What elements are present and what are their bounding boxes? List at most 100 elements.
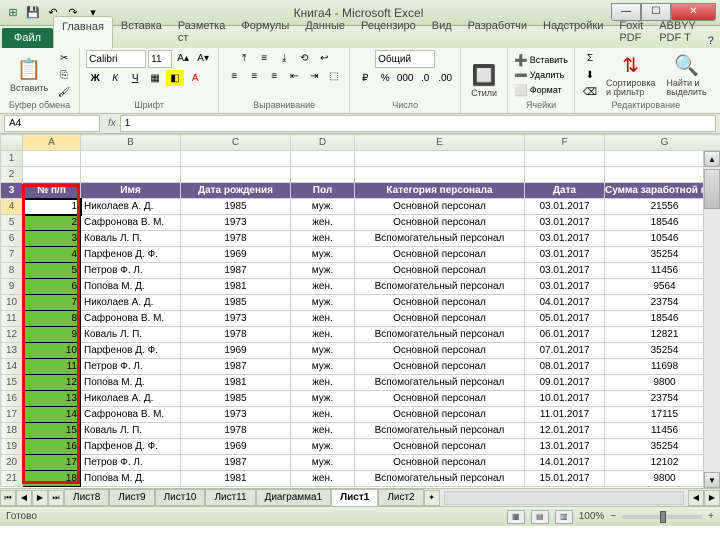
cell[interactable] [181,167,291,183]
cell[interactable]: Коваль Л. П. [81,327,181,343]
zoom-slider-thumb[interactable] [660,511,666,523]
cell[interactable] [355,151,525,167]
row-header[interactable]: 10 [1,295,23,311]
cell[interactable] [81,151,181,167]
cell[interactable]: 1987 [181,455,291,471]
row-header[interactable]: 15 [1,375,23,391]
cell[interactable]: 06.01.2017 [525,327,605,343]
cell[interactable] [81,167,181,183]
cell[interactable]: 1973 [181,311,291,327]
fill-button[interactable]: ⬇ [581,67,599,83]
cell[interactable]: Попова М. Д. [81,471,181,487]
cell[interactable]: муж. [291,295,355,311]
tab-формулы[interactable]: Формулы [233,16,297,48]
cell[interactable]: 8 [23,311,81,327]
merge-button[interactable]: ⬚ [325,68,343,84]
cell[interactable]: 16 [23,439,81,455]
save-button[interactable]: 💾 [24,4,42,22]
sheet-tab-Лист2[interactable]: Лист2 [378,489,423,506]
row-header[interactable]: 5 [1,215,23,231]
file-tab[interactable]: Файл [2,28,53,48]
cell[interactable]: Основной персонал [355,215,525,231]
hscroll-right-button[interactable]: ▶ [704,490,720,506]
cell[interactable]: муж. [291,391,355,407]
cell[interactable]: 9 [23,327,81,343]
decrease-decimal-button[interactable]: .00 [436,70,454,86]
tab-foxit pdf[interactable]: Foxit PDF [611,16,651,48]
excel-icon[interactable]: ⊞ [4,4,22,22]
row-header[interactable]: 2 [1,167,23,183]
currency-button[interactable]: ₽ [356,70,374,86]
cell[interactable]: 6 [23,279,81,295]
cell[interactable]: Основной персонал [355,311,525,327]
table-header-cell[interactable]: № п/п [23,183,81,199]
increase-decimal-button[interactable]: .0 [416,70,434,86]
page-break-view-button[interactable]: ▥ [555,510,573,524]
cell[interactable]: 7 [23,295,81,311]
percent-button[interactable]: % [376,70,394,86]
cell[interactable]: 10.01.2017 [525,391,605,407]
find-select-button[interactable]: 🔍 Найти и выделить [662,52,710,99]
cell[interactable]: Петров Ф. Л. [81,359,181,375]
cell[interactable]: муж. [291,247,355,263]
name-box[interactable]: A4 [4,115,100,132]
row-header[interactable]: 3 [1,183,23,199]
table-header-cell[interactable]: Категория персонала [355,183,525,199]
row-header[interactable]: 6 [1,231,23,247]
hscroll-left-button[interactable]: ◀ [688,490,704,506]
orientation-button[interactable]: ⟲ [295,50,313,66]
cell[interactable]: жен. [291,231,355,247]
cell[interactable]: Вспомогательный персонал [355,375,525,391]
cell[interactable]: Основной персонал [355,391,525,407]
cell[interactable]: 11 [23,359,81,375]
cell[interactable]: 1969 [181,247,291,263]
copy-button[interactable]: ⎘ [55,67,73,83]
cell[interactable]: 4 [23,247,81,263]
row-header[interactable]: 8 [1,263,23,279]
row-header[interactable]: 21 [1,471,23,487]
tab-надстройки[interactable]: Надстройки [535,16,611,48]
cell[interactable]: 1985 [181,295,291,311]
autosum-button[interactable]: Σ [581,50,599,66]
cell[interactable]: Сафронова В. М. [81,215,181,231]
cell[interactable]: муж. [291,455,355,471]
cell[interactable]: Вспомогательный персонал [355,471,525,487]
zoom-in-button[interactable]: + [708,511,714,522]
border-button[interactable]: ▦ [146,70,164,86]
cell[interactable]: 1978 [181,231,291,247]
cell[interactable] [291,167,355,183]
cell[interactable]: Основной персонал [355,343,525,359]
cell[interactable]: Николаев А. Д. [81,391,181,407]
cell[interactable]: муж. [291,263,355,279]
sheet-tab-Диаграмма1[interactable]: Диаграмма1 [256,489,332,506]
cell[interactable]: Сафронова В. М. [81,311,181,327]
cell[interactable]: Основной персонал [355,263,525,279]
sheet-nav-prev[interactable]: ◀ [16,490,32,506]
cell[interactable]: 03.01.2017 [525,231,605,247]
table-header-cell[interactable]: Имя [81,183,181,199]
cell[interactable]: Основной персонал [355,407,525,423]
increase-font-button[interactable]: A▴ [174,50,192,66]
cell[interactable]: Попова М. Д. [81,375,181,391]
cell[interactable]: 1969 [181,343,291,359]
cell[interactable]: 1981 [181,471,291,487]
cell[interactable]: 1987 [181,263,291,279]
cell[interactable] [291,151,355,167]
cell[interactable]: 09.01.2017 [525,375,605,391]
cell[interactable] [355,167,525,183]
format-painter-button[interactable]: 🖌 [55,84,73,100]
normal-view-button[interactable]: ▦ [507,510,525,524]
cell[interactable]: 1981 [181,279,291,295]
row-header[interactable]: 19 [1,439,23,455]
cell[interactable]: жен. [291,407,355,423]
font-name-select[interactable]: Calibri [86,50,146,68]
cell[interactable]: Вспомогательный персонал [355,423,525,439]
vertical-scrollbar[interactable]: ▲ ▼ [703,151,720,488]
row-header[interactable]: 9 [1,279,23,295]
cell[interactable]: 1 [23,199,81,215]
cell[interactable]: 03.01.2017 [525,279,605,295]
cell[interactable]: 08.01.2017 [525,359,605,375]
comma-button[interactable]: 000 [396,70,414,86]
column-header-F[interactable]: F [525,135,605,151]
cell[interactable]: Коваль Л. П. [81,423,181,439]
